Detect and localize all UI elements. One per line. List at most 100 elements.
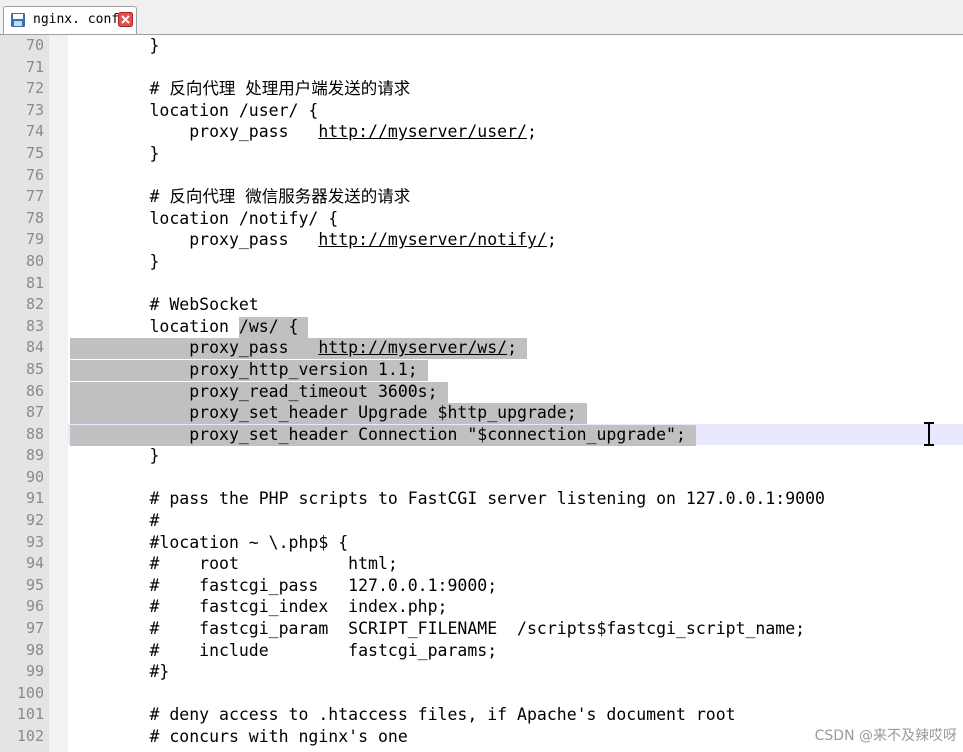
line-number: 75 <box>25 143 44 162</box>
line-number: 78 <box>25 208 44 227</box>
code-text: #location ~ \.php$ { <box>70 532 349 552</box>
code-text: location <box>70 316 239 336</box>
line-number: 74 <box>25 122 44 141</box>
line-number: 94 <box>25 554 44 573</box>
line-number: 97 <box>25 619 44 638</box>
code-line[interactable]: 94 # root html; <box>0 553 963 575</box>
selected-text: proxy_http_version 1.1; <box>70 359 428 381</box>
code-text: # fastcgi_pass 127.0.0.1:9000; <box>70 575 498 595</box>
url-link[interactable]: http://myserver/notify/ <box>318 230 546 249</box>
code-line[interactable]: 76 <box>0 165 963 187</box>
code-text: location /user/ { <box>70 100 319 120</box>
editor-text-area[interactable]: 70 } 71 72 # 反向代理 处理用户端发送的请求 73 location /u… <box>0 35 963 748</box>
save-file-icon <box>11 13 25 27</box>
line-text <box>68 467 963 489</box>
line-text: #} <box>68 661 963 683</box>
code-line[interactable]: 86 proxy_read_timeout 3600s; <box>0 381 963 403</box>
line-number: 88 <box>25 424 44 443</box>
tab-title: nginx. conf <box>33 12 120 27</box>
code-text: # pass the PHP scripts to FastCGI server… <box>70 489 825 509</box>
line-number: 86 <box>25 381 44 400</box>
code-line[interactable]: 97 # fastcgi_param SCRIPT_FILENAME /scri… <box>0 618 963 640</box>
line-text: # 反向代理 微信服务器发送的请求 <box>68 186 963 208</box>
tab-bar: nginx. conf <box>0 0 963 35</box>
line-text: proxy_read_timeout 3600s; <box>68 381 963 403</box>
code-text: # deny access to .htaccess files, if Apa… <box>70 705 736 725</box>
line-number: 99 <box>25 662 44 681</box>
code-line[interactable]: 74 proxy_pass http://myserver/user/; <box>0 121 963 143</box>
line-number: 98 <box>25 640 44 659</box>
code-line[interactable]: 72 # 反向代理 处理用户端发送的请求 <box>0 78 963 100</box>
tab-nginx-conf[interactable]: nginx. conf <box>3 6 137 34</box>
line-number: 96 <box>25 597 44 616</box>
code-line[interactable]: 71 <box>0 57 963 79</box>
line-number: 89 <box>25 446 44 465</box>
code-line[interactable]: 100 <box>0 683 963 705</box>
code-text: # 反向代理 处理用户端发送的请求 <box>70 79 411 99</box>
code-line[interactable]: 96 # fastcgi_index index.php; <box>0 596 963 618</box>
line-number: 92 <box>25 511 44 530</box>
code-text: } <box>70 36 160 55</box>
line-text: proxy_pass http://myserver/notify/; <box>68 229 963 251</box>
line-text: # include fastcgi_params; <box>68 640 963 662</box>
code-line[interactable]: 82 # WebSocket <box>0 294 963 316</box>
code-line[interactable]: 79 proxy_pass http://myserver/notify/; <box>0 229 963 251</box>
code-line[interactable]: 80 } <box>0 251 963 273</box>
code-line[interactable]: 88 proxy_set_header Connection "$connect… <box>0 423 963 446</box>
line-text: proxy_set_header Upgrade $http_upgrade; <box>68 402 963 425</box>
code-text: # include fastcgi_params; <box>70 640 498 660</box>
code-line[interactable]: 83 location /ws/ { <box>0 316 963 338</box>
line-text: # fastcgi_param SCRIPT_FILENAME /scripts… <box>68 618 963 640</box>
line-number: 71 <box>25 57 44 76</box>
watermark: CSDN @来不及辣哎呀 <box>814 728 957 744</box>
line-number: 79 <box>25 230 44 249</box>
line-number: 72 <box>25 79 44 98</box>
line-number: 95 <box>25 575 44 594</box>
line-text: # fastcgi_pass 127.0.0.1:9000; <box>68 575 963 597</box>
code-line[interactable]: 81 <box>0 273 963 295</box>
code-line[interactable]: 99 #} <box>0 661 963 683</box>
line-number: 102 <box>16 727 44 745</box>
selected-text: proxy_set_header Upgrade $http_upgrade; <box>70 403 587 425</box>
line-text: proxy_pass http://myserver/user/; <box>68 121 963 143</box>
code-line[interactable]: 84 proxy_pass http://myserver/ws/; <box>0 337 963 360</box>
selected-text: /ws/ { <box>238 316 309 338</box>
code-text: # root html; <box>70 554 398 574</box>
code-line[interactable]: 90 <box>0 467 963 489</box>
code-line[interactable]: 91 # pass the PHP scripts to FastCGI ser… <box>0 488 963 510</box>
line-text: # deny access to .htaccess files, if Apa… <box>68 704 963 726</box>
code-line[interactable]: 77 # 反向代理 微信服务器发送的请求 <box>0 186 963 208</box>
line-text: proxy_pass http://myserver/ws/; <box>68 337 963 360</box>
code-line[interactable]: 93 #location ~ \.php$ { <box>0 532 963 554</box>
code-line[interactable]: 95 # fastcgi_pass 127.0.0.1:9000; <box>0 575 963 597</box>
line-text: proxy_set_header Connection "$connection… <box>68 423 963 446</box>
code-line[interactable]: 75 } <box>0 143 963 165</box>
line-text: #location ~ \.php$ { <box>68 532 963 554</box>
code-text: # 反向代理 微信服务器发送的请求 <box>70 187 411 207</box>
code-line[interactable]: 98 # include fastcgi_params; <box>0 640 963 662</box>
line-text: location /user/ { <box>68 100 963 122</box>
code-text: location /notify/ { <box>70 208 339 228</box>
code-line[interactable]: 70 } <box>0 35 963 57</box>
code-line[interactable]: 101 # deny access to .htaccess files, if… <box>0 704 963 726</box>
code-text: # <box>70 511 160 531</box>
code-line[interactable]: 87 proxy_set_header Upgrade $http_upgrad… <box>0 402 963 425</box>
line-text: # <box>68 510 963 532</box>
code-line[interactable]: 78 location /notify/ { <box>0 208 963 230</box>
code-text: # fastcgi_param SCRIPT_FILENAME /scripts… <box>70 619 806 639</box>
code-line[interactable]: 73 location /user/ { <box>0 100 963 122</box>
line-number: 91 <box>25 489 44 508</box>
line-text <box>68 57 963 79</box>
code-line[interactable]: 85 proxy_http_version 1.1; <box>0 359 963 381</box>
close-icon[interactable] <box>118 12 133 27</box>
line-text: # root html; <box>68 553 963 575</box>
code-text: proxy_pass <box>70 230 319 250</box>
line-number: 76 <box>25 165 44 184</box>
code-line[interactable]: 92 # <box>0 510 963 532</box>
url-link[interactable]: http://myserver/ws/ <box>318 338 507 357</box>
code-text: ; <box>526 122 537 142</box>
line-text: proxy_http_version 1.1; <box>68 359 963 381</box>
line-text: } <box>68 445 963 467</box>
code-line[interactable]: 89 } <box>0 445 963 467</box>
url-link[interactable]: http://myserver/user/ <box>318 122 527 141</box>
